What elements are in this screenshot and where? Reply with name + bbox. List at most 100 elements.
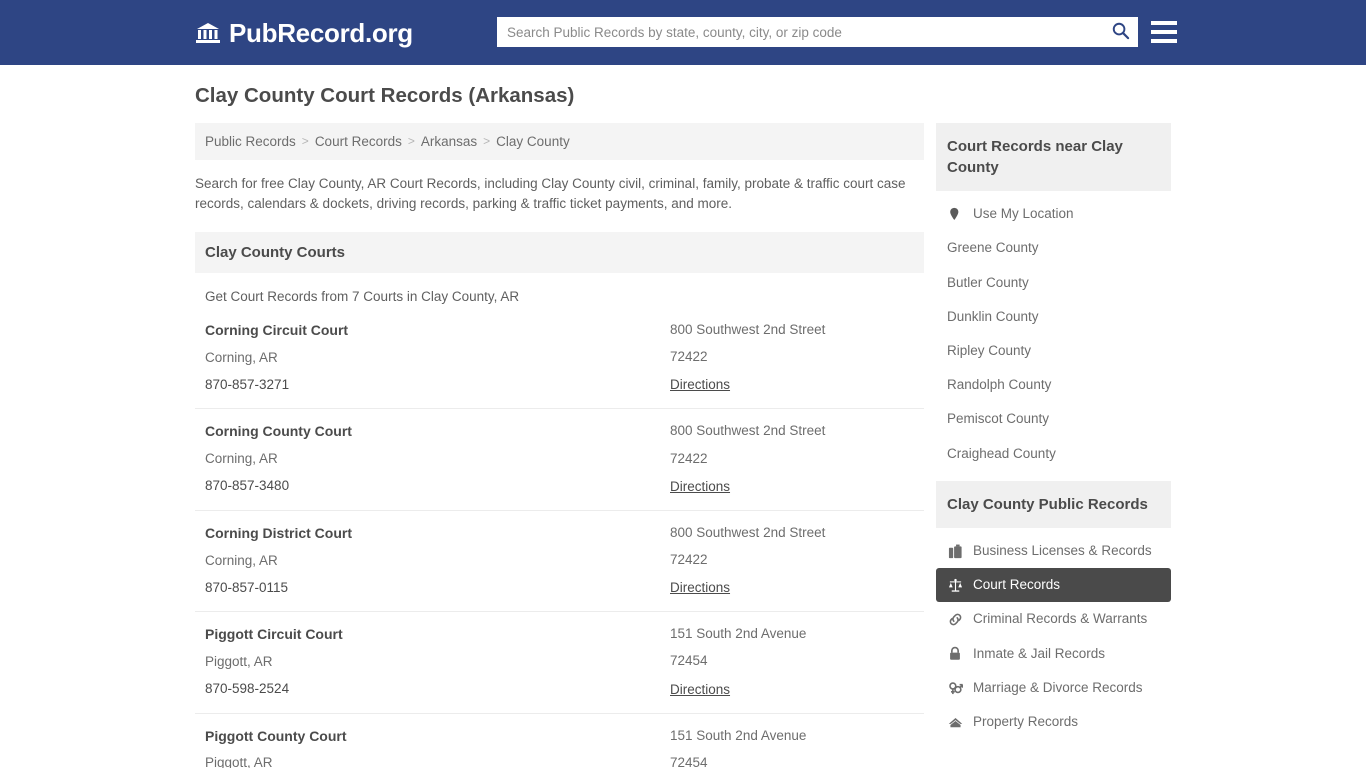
sidebar-item-label: Butler County [947,275,1029,291]
sidebar-item-court-records[interactable]: Court Records [936,568,1171,602]
sidebar-item-business-licenses[interactable]: Business Licenses & Records [936,534,1171,568]
court-address: 151 South 2nd Avenue 72454 Directions [670,626,914,698]
sidebar-item-inmate-jail-records[interactable]: Inmate & Jail Records [936,637,1171,671]
court-name: Corning Circuit Court [205,322,670,339]
sidebar-item-marriage-divorce-records[interactable]: Marriage & Divorce Records [936,671,1171,705]
lock-icon [947,646,963,662]
breadcrumb-item-arkansas[interactable]: Arkansas [421,134,477,149]
site-logo-link[interactable]: PubRecord.org [195,20,413,46]
gender-symbols-icon [947,680,963,696]
directions-link[interactable]: Directions [670,580,730,595]
sidebar-item-label: Greene County [947,240,1039,256]
sidebar-item-label: Craighead County [947,446,1056,462]
directions-link[interactable]: Directions [670,479,730,494]
sidebar-item-dunklin-county[interactable]: Dunklin County [936,300,1171,334]
search-input[interactable] [497,17,1102,47]
breadcrumb-item-public-records[interactable]: Public Records [205,134,296,149]
breadcrumb: Public Records > Court Records > Arkansa… [195,123,924,160]
court-city-state: Corning, AR [205,553,670,569]
court-address: 800 Southwest 2nd Street 72422 Direction… [670,423,914,495]
court-street: 151 South 2nd Avenue [670,728,914,744]
main-column: Public Records > Court Records > Arkansa… [195,123,924,768]
map-pin-icon [947,206,963,222]
breadcrumb-item-court-records[interactable]: Court Records [315,134,402,149]
court-street: 151 South 2nd Avenue [670,626,914,642]
sidebar-item-label: Dunklin County [947,309,1039,325]
sidebar-item-use-my-location[interactable]: Use My Location [936,197,1171,231]
search-bar [497,17,1138,47]
court-address: 800 Southwest 2nd Street 72422 Direction… [670,525,914,597]
sidebar-item-label: Business Licenses & Records [973,543,1152,559]
house-icon [947,714,963,730]
directions-link[interactable]: Directions [670,377,730,392]
table-row: Corning District Court Corning, AR 870-8… [195,510,924,611]
court-zip: 72454 [670,755,914,768]
court-city-state: Corning, AR [205,451,670,467]
breadcrumb-separator: > [483,134,490,148]
public-records-block: Clay County Public Records Business Lice… [936,481,1171,739]
sidebar-item-label: Pemiscot County [947,411,1049,427]
table-row: Corning County Court Corning, AR 870-857… [195,408,924,509]
sidebar-item-pemiscot-county[interactable]: Pemiscot County [936,402,1171,436]
sidebar-item-label: Marriage & Divorce Records [973,680,1143,696]
court-address: 800 Southwest 2nd Street 72422 Direction… [670,322,914,394]
hamburger-bar [1151,39,1177,43]
court-name: Piggott Circuit Court [205,626,670,643]
sidebar-item-butler-county[interactable]: Butler County [936,266,1171,300]
sidebar-item-label: Inmate & Jail Records [973,646,1105,662]
table-row: Piggott County Court Piggott, AR 870-598… [195,713,924,768]
table-row: Corning Circuit Court Corning, AR 870-85… [195,318,924,408]
court-phone: 870-857-3480 [205,478,670,494]
nearby-heading: Court Records near Clay County [936,123,1171,192]
court-phone: 870-857-3271 [205,377,670,393]
directions-link[interactable]: Directions [670,682,730,697]
page-body: Clay County Court Records (Arkansas) Pub… [0,65,1366,768]
bank-icon [195,20,221,46]
court-address: 151 South 2nd Avenue 72454 Directions [670,728,914,768]
sidebar-item-label: Use My Location [973,206,1074,222]
court-name: Corning County Court [205,423,670,440]
sidebar-item-randolph-county[interactable]: Randolph County [936,368,1171,402]
site-logo-text: PubRecord.org [229,20,413,46]
court-info: Piggott County Court Piggott, AR 870-598… [205,728,670,768]
top-navigation-bar: PubRecord.org [0,0,1366,65]
sidebar-item-property-records[interactable]: Property Records [936,705,1171,739]
court-name: Piggott County Court [205,728,670,745]
breadcrumb-separator: > [408,134,415,148]
court-zip: 72422 [670,552,914,568]
sidebar-item-label: Court Records [973,577,1060,593]
court-zip: 72422 [670,451,914,467]
breadcrumb-separator: > [302,134,309,148]
hamburger-menu-icon[interactable] [1151,17,1177,47]
court-street: 800 Southwest 2nd Street [670,322,914,338]
sidebar-item-craighead-county[interactable]: Craighead County [936,437,1171,471]
court-zip: 72454 [670,653,914,669]
courts-section-heading: Clay County Courts [195,232,924,273]
sidebar-item-label: Ripley County [947,343,1031,359]
court-city-state: Piggott, AR [205,654,670,670]
courts-section-subheading: Get Court Records from 7 Courts in Clay … [195,273,924,318]
public-records-heading: Clay County Public Records [936,481,1171,528]
court-phone: 870-857-0115 [205,580,670,596]
page-intro-text: Search for free Clay County, AR Court Re… [195,174,910,215]
nearby-court-records-block: Court Records near Clay County Use My Lo… [936,123,1171,471]
nearby-county-list: Use My Location Greene County Butler Cou… [936,197,1171,471]
sidebar-item-criminal-records[interactable]: Criminal Records & Warrants [936,602,1171,636]
sidebar: Court Records near Clay County Use My Lo… [936,123,1171,750]
content-layout: Public Records > Court Records > Arkansa… [195,123,1171,768]
sidebar-item-greene-county[interactable]: Greene County [936,231,1171,265]
hamburger-bar [1151,21,1177,25]
court-name: Corning District Court [205,525,670,542]
breadcrumb-item-clay-county[interactable]: Clay County [496,134,570,149]
search-button[interactable] [1102,17,1138,47]
hamburger-bar [1151,30,1177,34]
court-info: Corning Circuit Court Corning, AR 870-85… [205,322,670,394]
courts-list: Corning Circuit Court Corning, AR 870-85… [195,318,924,768]
court-info: Corning District Court Corning, AR 870-8… [205,525,670,597]
court-info: Piggott Circuit Court Piggott, AR 870-59… [205,626,670,698]
court-info: Corning County Court Corning, AR 870-857… [205,423,670,495]
public-records-list: Business Licenses & Records [936,534,1171,739]
court-street: 800 Southwest 2nd Street [670,423,914,439]
sidebar-item-ripley-county[interactable]: Ripley County [936,334,1171,368]
court-city-state: Corning, AR [205,350,670,366]
